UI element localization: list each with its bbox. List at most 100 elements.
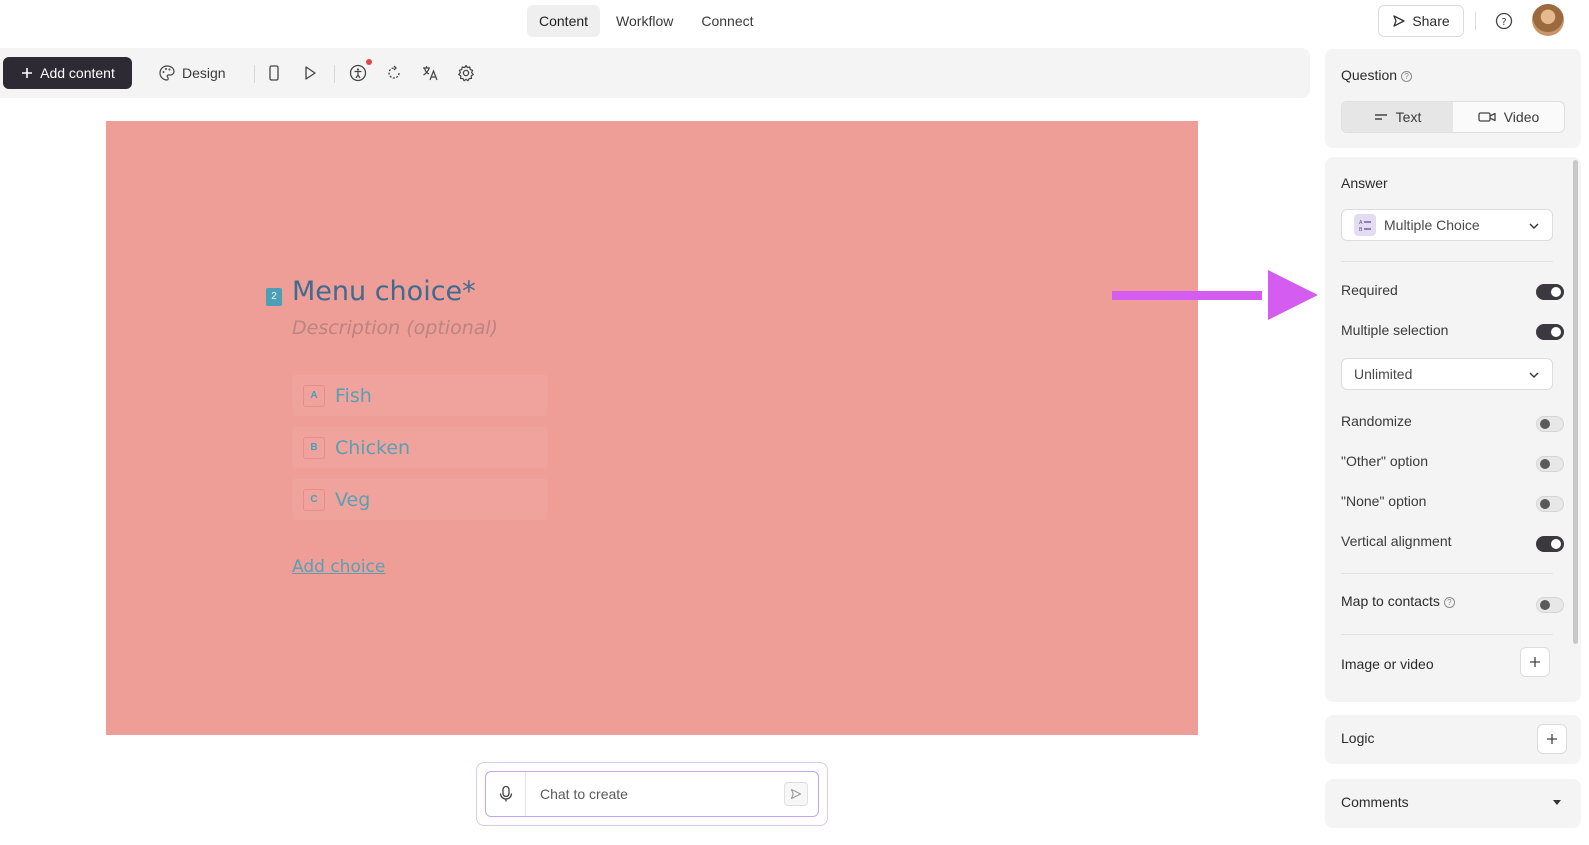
settings-icon[interactable] — [456, 63, 476, 83]
add-logic-button[interactable] — [1537, 724, 1567, 754]
tab-content[interactable]: Content — [527, 5, 601, 37]
divider — [1341, 261, 1553, 262]
plus-icon — [1547, 734, 1557, 744]
choice-item[interactable]: B Chicken — [292, 426, 548, 469]
question-panel: Question? Text Video — [1325, 49, 1581, 148]
divider — [1341, 573, 1553, 574]
palette-icon — [159, 65, 175, 81]
refresh-icon[interactable] — [384, 63, 404, 83]
question-section-title: Question? — [1341, 67, 1413, 83]
design-button[interactable]: Design — [158, 57, 226, 89]
divider — [1475, 12, 1476, 30]
multiple-selection-label: Multiple selection — [1341, 322, 1449, 338]
info-icon[interactable]: ? — [1401, 71, 1413, 82]
choice-list: A Fish B Chicken C Veg — [292, 374, 548, 530]
vertical-alignment-toggle[interactable] — [1536, 536, 1564, 552]
top-nav: Content Workflow Connect Share ? — [0, 0, 1589, 42]
info-icon[interactable]: ? — [1443, 597, 1455, 608]
send-icon — [1393, 15, 1405, 27]
choice-item[interactable]: A Fish — [292, 374, 548, 417]
add-media-button[interactable] — [1520, 647, 1550, 677]
caret-down-icon — [1553, 800, 1561, 805]
chat-input-wrapper[interactable]: Chat to create — [485, 771, 819, 817]
chat-input[interactable]: Chat to create — [526, 786, 784, 802]
selection-limit-select[interactable]: Unlimited — [1341, 358, 1553, 390]
choice-label: Veg — [335, 488, 371, 511]
map-contacts-row: Map to contacts? — [1341, 593, 1455, 609]
plus-icon — [1530, 657, 1540, 667]
add-content-button[interactable]: Add content — [3, 57, 132, 89]
vertical-alignment-label: Vertical alignment — [1341, 533, 1452, 549]
accessibility-icon[interactable] — [348, 63, 368, 83]
choice-label: Chicken — [335, 436, 411, 459]
multiple-selection-toggle[interactable] — [1536, 324, 1564, 340]
choice-item[interactable]: C Veg — [292, 478, 548, 521]
multiple-choice-icon: AB — [1354, 214, 1376, 236]
required-toggle[interactable] — [1536, 284, 1564, 300]
share-label: Share — [1412, 13, 1450, 29]
mode-text-label: Text — [1395, 109, 1422, 125]
question-description[interactable]: Description (optional) — [292, 317, 498, 339]
add-choice-link[interactable]: Add choice — [292, 557, 385, 577]
choice-key: C — [303, 488, 325, 511]
image-video-label: Image or video — [1341, 656, 1434, 672]
choice-key: B — [303, 436, 325, 459]
answer-label: Answer — [1341, 175, 1388, 191]
share-button[interactable]: Share — [1378, 5, 1464, 37]
tab-connect[interactable]: Connect — [689, 5, 765, 37]
question-number: 2 — [266, 288, 282, 306]
translate-icon[interactable] — [420, 63, 440, 83]
map-contacts-label: Map to contacts — [1341, 593, 1440, 609]
microphone-icon — [499, 785, 512, 802]
other-option-toggle[interactable] — [1536, 456, 1564, 472]
map-contacts-toggle[interactable] — [1536, 597, 1564, 613]
annotation-arrow-shaft — [1112, 291, 1262, 300]
svg-text:?: ? — [1501, 17, 1506, 28]
avatar[interactable] — [1532, 4, 1564, 36]
randomize-label: Randomize — [1341, 413, 1412, 429]
logic-label: Logic — [1341, 730, 1375, 746]
other-option-label: "Other" option — [1341, 453, 1428, 469]
logic-panel: Logic — [1325, 715, 1581, 764]
mode-video-label: Video — [1503, 109, 1540, 125]
chat-box: Chat to create — [476, 762, 828, 826]
microphone-button[interactable] — [486, 772, 526, 816]
editor-toolbar: Add content Design — [0, 48, 1310, 98]
question-mode-toggle: Text Video — [1341, 101, 1565, 133]
panel-scrollbar[interactable] — [1573, 160, 1578, 644]
help-icon[interactable]: ? — [1495, 12, 1513, 30]
required-label: Required — [1341, 282, 1398, 298]
choice-label: Fish — [335, 384, 372, 407]
none-option-toggle[interactable] — [1536, 496, 1564, 512]
notification-dot — [366, 59, 372, 65]
design-label: Design — [182, 65, 226, 81]
main-tabs: Content Workflow Connect — [527, 5, 766, 37]
mode-video-button[interactable]: Video — [1453, 102, 1564, 132]
send-button[interactable] — [784, 782, 808, 806]
question-canvas: 2 Menu choice* Description (optional) A … — [106, 121, 1198, 735]
randomize-toggle[interactable] — [1536, 416, 1564, 432]
divider — [334, 65, 335, 83]
mode-text-button[interactable]: Text — [1342, 102, 1453, 132]
send-icon — [790, 788, 802, 800]
play-icon[interactable] — [300, 63, 320, 83]
mobile-icon[interactable] — [264, 63, 284, 83]
comments-label: Comments — [1341, 794, 1409, 810]
chevron-down-icon — [1529, 372, 1539, 378]
answer-type-value: Multiple Choice — [1384, 217, 1480, 233]
question-label: Question — [1341, 67, 1398, 83]
choice-key: A — [303, 384, 325, 407]
answer-type-select[interactable]: AB Multiple Choice — [1341, 209, 1553, 241]
video-camera-icon — [1478, 112, 1496, 122]
divider — [254, 65, 255, 83]
add-content-label: Add content — [40, 65, 115, 81]
question-title[interactable]: Menu choice* — [292, 276, 476, 307]
comments-panel[interactable]: Comments — [1325, 779, 1581, 828]
svg-text:B: B — [1359, 227, 1363, 232]
tab-workflow[interactable]: Workflow — [604, 5, 685, 37]
divider — [1341, 634, 1553, 635]
chevron-down-icon — [1529, 223, 1539, 229]
annotation-arrow-head — [1268, 270, 1318, 320]
plus-icon — [22, 68, 33, 78]
none-option-label: "None" option — [1341, 493, 1427, 509]
